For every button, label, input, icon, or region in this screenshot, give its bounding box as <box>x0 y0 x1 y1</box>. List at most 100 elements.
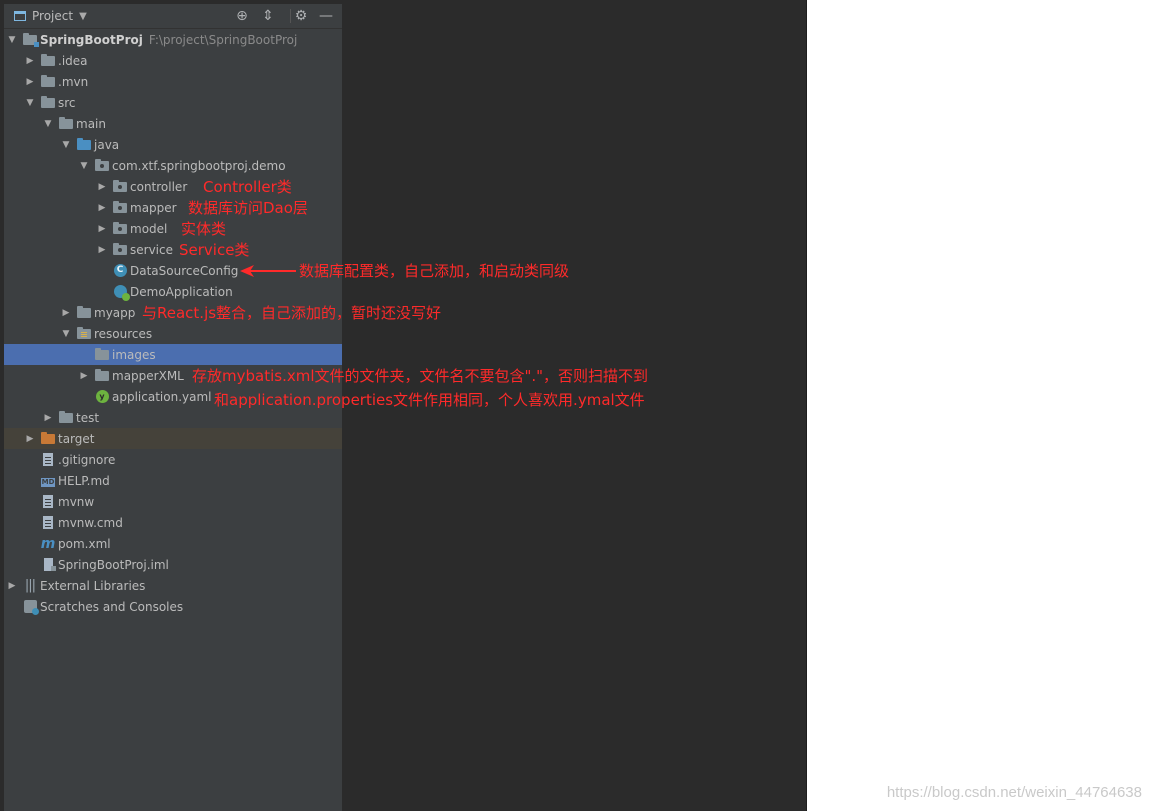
tree-item-label: pom.xml <box>58 536 111 551</box>
ide-window: Project ▼ ⊕ ⇕ ⚙ — ▼ SpringBootProj F:\pr… <box>0 0 807 811</box>
annotation-model: 实体类 <box>181 220 227 238</box>
module-folder-icon <box>22 32 39 48</box>
tree-item-model[interactable]: ▶ model <box>4 218 342 239</box>
package-icon <box>112 221 128 237</box>
expand-arrow-icon[interactable]: ▼ <box>6 35 18 45</box>
tree-item-demoapplication[interactable]: DemoApplication <box>4 281 342 302</box>
tree-item-label: DemoApplication <box>130 284 233 299</box>
dropdown-caret-icon: ▼ <box>79 10 87 22</box>
annotation-service: Service类 <box>179 241 250 259</box>
annotation-mapperxml: 存放mybatis.xml文件的文件夹，文件名不要包含"."，否则扫描不到 <box>192 367 649 385</box>
file-icon <box>40 515 56 531</box>
tree-item-label: resources <box>94 326 153 341</box>
collapse-all-icon[interactable]: ⇕ <box>259 7 277 25</box>
tree-item-iml[interactable]: SpringBootProj.iml <box>4 554 342 575</box>
resources-icon <box>76 326 92 342</box>
annotation-application-yaml: 和application.properties文件作用相同，个人喜欢用.ymal… <box>214 391 645 409</box>
tree-item-label: main <box>76 116 106 131</box>
collapse-arrow-icon[interactable]: ▶ <box>96 182 108 192</box>
expand-arrow-icon[interactable]: ▼ <box>24 98 36 108</box>
package-icon <box>112 242 128 258</box>
tree-item-external-libraries[interactable]: ▶ ||| External Libraries <box>4 575 342 596</box>
tree-item-label: controller <box>130 179 188 194</box>
folder-icon <box>40 74 56 90</box>
annotation-mapper: 数据库访问Dao层 <box>188 199 308 217</box>
expand-arrow-icon[interactable]: ▼ <box>60 329 72 339</box>
header-divider <box>290 9 291 23</box>
tree-item-label: myapp <box>94 305 136 320</box>
tree-item-label: test <box>76 410 100 425</box>
tree-item-java[interactable]: ▼ java <box>4 134 342 155</box>
hide-icon[interactable]: — <box>317 7 335 25</box>
collapse-arrow-icon[interactable]: ▶ <box>24 77 36 87</box>
collapse-arrow-icon[interactable]: ▶ <box>6 581 18 591</box>
project-view-label: Project <box>32 9 74 23</box>
class-icon: C <box>112 263 128 279</box>
tree-item-mvnw[interactable]: mvnw <box>4 491 342 512</box>
folder-icon <box>58 410 74 426</box>
tree-item-label: application.yaml <box>112 389 212 404</box>
tree-item-label: images <box>112 347 156 362</box>
tree-item-label: DataSourceConfig <box>130 263 239 278</box>
folder-icon <box>94 368 110 384</box>
tree-item-src[interactable]: ▼ src <box>4 92 342 113</box>
expand-arrow-icon[interactable]: ▼ <box>78 161 90 171</box>
tree-item-mvn[interactable]: ▶ .mvn <box>4 71 342 92</box>
collapse-arrow-icon[interactable]: ▶ <box>24 434 36 444</box>
expand-arrow-icon[interactable]: ▼ <box>60 140 72 150</box>
tree-item-gitignore[interactable]: .gitignore <box>4 449 342 470</box>
project-path: F:\project\SpringBootProj <box>148 32 298 47</box>
tree-item-label: External Libraries <box>40 578 146 593</box>
tree-item-pom-xml[interactable]: m pom.xml <box>4 533 342 554</box>
collapse-arrow-icon[interactable]: ▶ <box>24 56 36 66</box>
tree-item-label: service <box>130 242 173 257</box>
annotation-controller: Controller类 <box>203 178 292 196</box>
spring-app-icon <box>112 284 130 301</box>
source-root-icon <box>76 137 92 153</box>
tree-item-label: mapper <box>130 200 177 215</box>
collapse-arrow-icon[interactable]: ▶ <box>96 245 108 255</box>
tree-item-idea[interactable]: ▶ .idea <box>4 50 342 71</box>
tree-item-images[interactable]: images <box>4 344 342 365</box>
watermark: https://blog.csdn.net/weixin_44764638 <box>886 784 1142 801</box>
maven-icon: m <box>40 535 56 552</box>
tree-item-label: .gitignore <box>58 452 116 467</box>
expand-arrow-icon[interactable]: ▼ <box>42 119 54 129</box>
gear-icon[interactable]: ⚙ <box>292 7 310 25</box>
tree-item-label: src <box>58 95 76 110</box>
tree-item-main[interactable]: ▼ main <box>4 113 342 134</box>
folder-icon <box>40 95 56 111</box>
collapse-arrow-icon[interactable]: ▶ <box>96 203 108 213</box>
tree-item-scratches[interactable]: Scratches and Consoles <box>4 596 342 617</box>
tree-item-mvnw-cmd[interactable]: mvnw.cmd <box>4 512 342 533</box>
tree-item-service[interactable]: ▶ service <box>4 239 342 260</box>
tree-item-label: target <box>58 431 95 446</box>
tree-item-package[interactable]: ▼ com.xtf.springbootproj.demo <box>4 155 342 176</box>
tree-item-root[interactable]: ▼ SpringBootProj F:\project\SpringBootPr… <box>4 29 342 50</box>
folder-icon <box>58 116 74 132</box>
collapse-arrow-icon[interactable]: ▶ <box>78 371 90 381</box>
file-icon <box>40 452 56 468</box>
iml-icon <box>40 557 56 573</box>
tree-item-label: Scratches and Consoles <box>40 599 184 614</box>
tree-item-resources[interactable]: ▼ resources <box>4 323 342 344</box>
scratches-icon <box>22 599 39 615</box>
tree-item-target[interactable]: ▶ target <box>4 428 342 449</box>
folder-icon <box>94 347 110 363</box>
project-view-selector[interactable]: Project ▼ <box>14 8 87 24</box>
collapse-arrow-icon[interactable]: ▶ <box>42 413 54 423</box>
locate-icon[interactable]: ⊕ <box>233 7 251 25</box>
tree-item-label: mapperXML <box>112 368 184 383</box>
collapse-arrow-icon[interactable]: ▶ <box>60 308 72 318</box>
tree-item-label: SpringBootProj.iml <box>58 557 169 572</box>
package-icon <box>94 158 110 174</box>
annotation-arrow-icon <box>240 265 296 277</box>
tree-item-label: java <box>94 137 120 152</box>
tree-item-help-md[interactable]: MD HELP.md <box>4 470 342 491</box>
tree-item-test[interactable]: ▶ test <box>4 407 342 428</box>
collapse-arrow-icon[interactable]: ▶ <box>96 224 108 234</box>
yaml-icon: y <box>94 389 110 405</box>
tree-item-label: SpringBootProj <box>40 32 143 47</box>
markdown-icon: MD <box>40 478 56 487</box>
tree-item-label: com.xtf.springbootproj.demo <box>112 158 286 173</box>
